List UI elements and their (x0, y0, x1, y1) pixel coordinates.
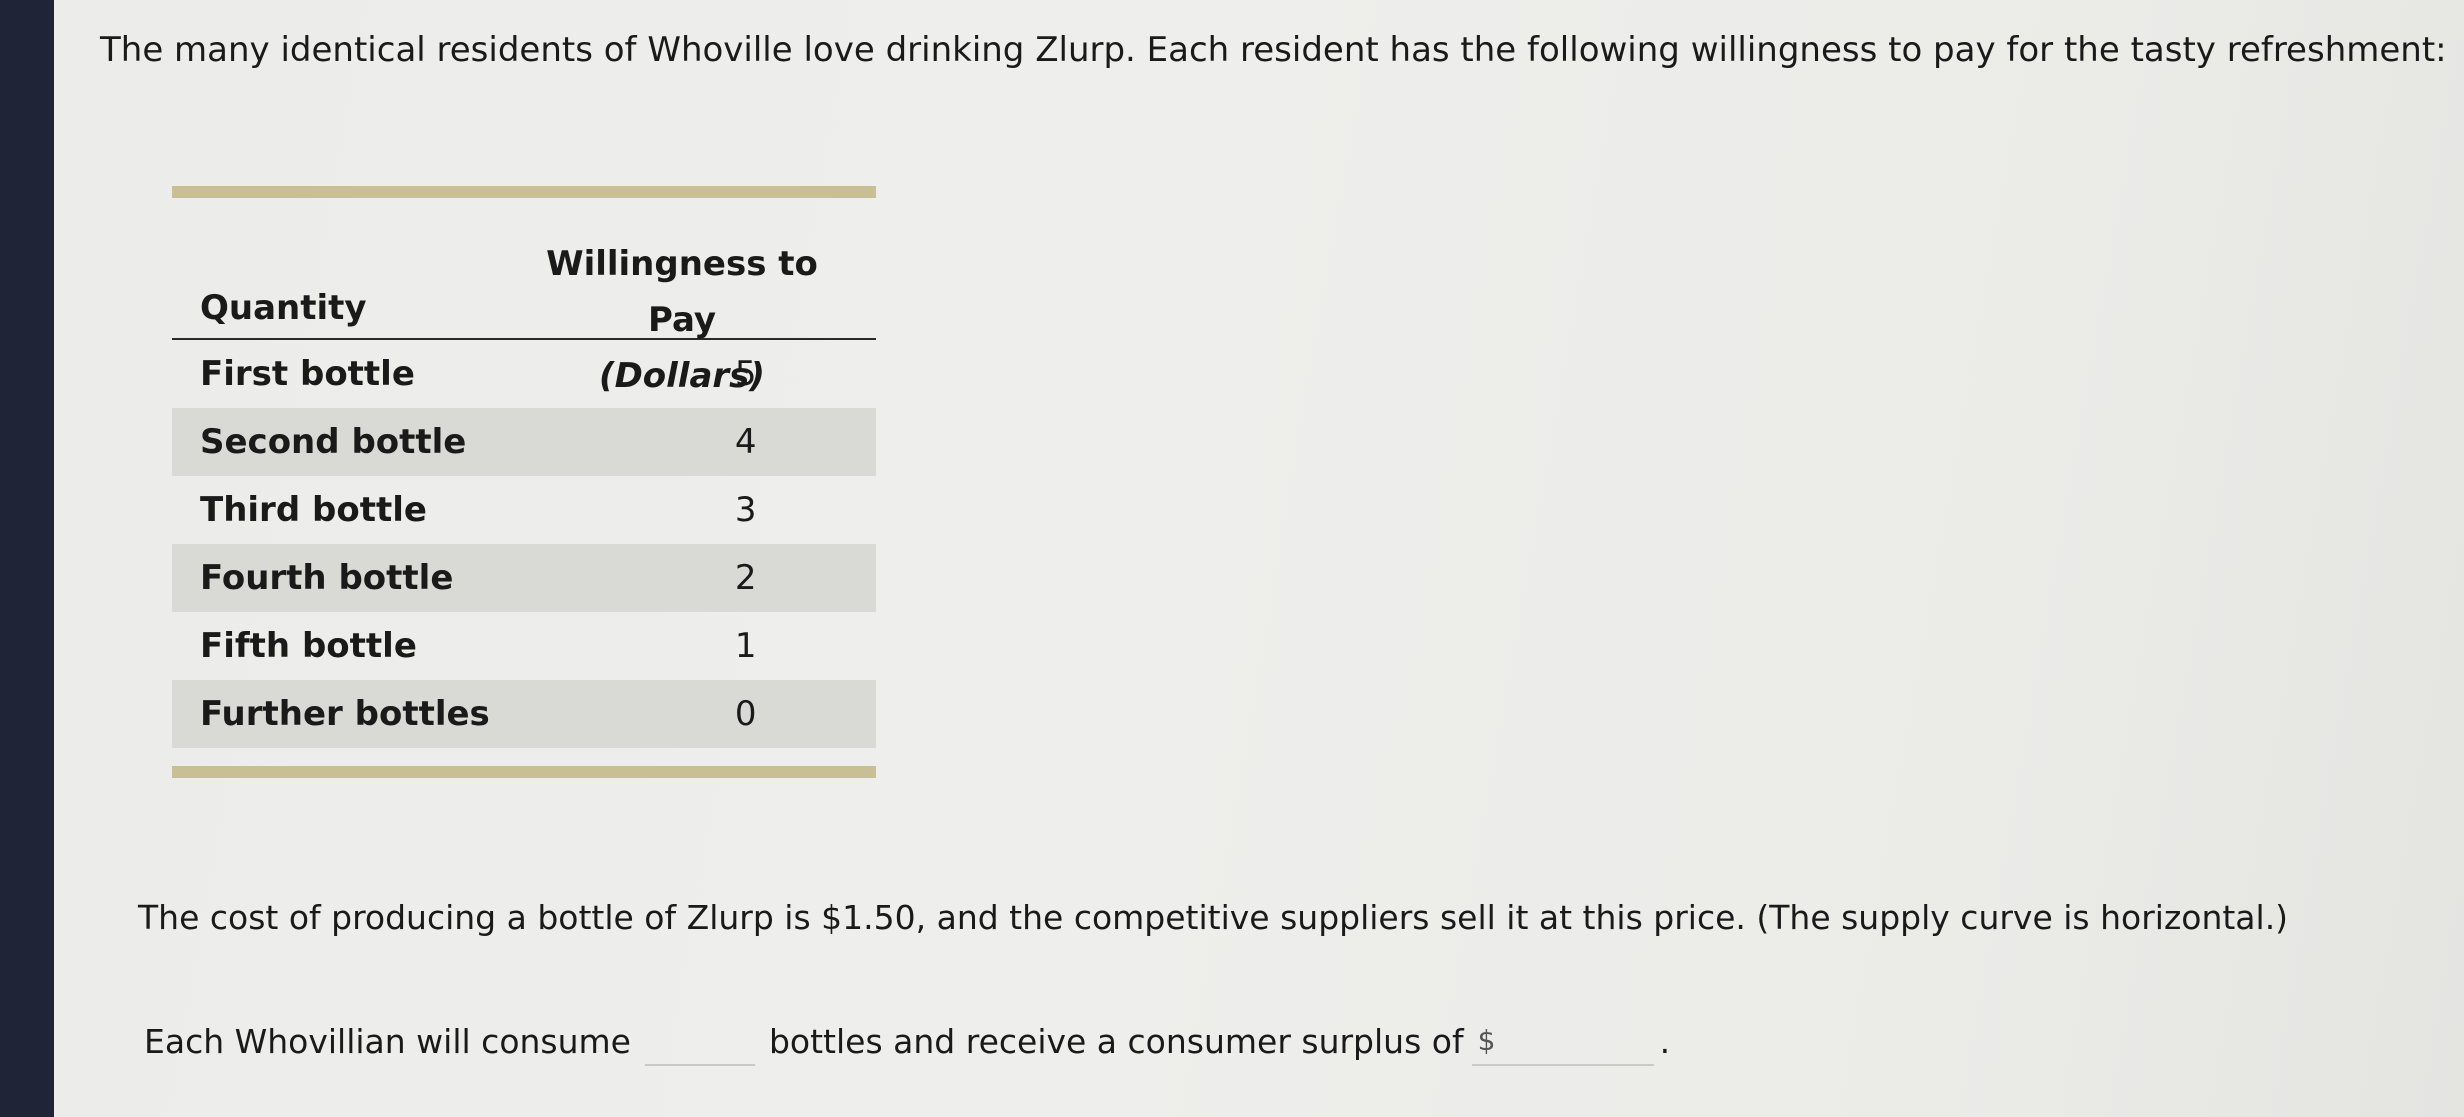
answer-sentence: Each Whovillian will consume bottles and… (144, 1016, 1670, 1066)
header-willingness: Willingness to Pay (Dollars) (512, 236, 852, 404)
header-wtp-title: Willingness to Pay (546, 244, 818, 340)
table-top-rule (172, 186, 876, 198)
willingness-table: Quantity Willingness to Pay (Dollars) Fi… (172, 186, 876, 778)
sentence-end: . (1659, 1021, 1671, 1061)
row-quantity: Fifth bottle (200, 626, 417, 666)
quantity-answer-input[interactable] (644, 1016, 755, 1066)
row-value: 2 (734, 558, 757, 598)
table-header: Quantity Willingness to Pay (Dollars) (172, 198, 876, 396)
row-quantity: Fourth bottle (200, 558, 454, 598)
answer-text-part1: Each Whovillian will consume (144, 1021, 631, 1061)
row-value: 3 (734, 490, 757, 530)
table-row: Fourth bottle 2 (172, 544, 876, 612)
header-quantity: Quantity (200, 288, 367, 328)
table-bottom-rule (172, 766, 876, 778)
row-quantity: Further bottles (200, 694, 490, 734)
problem-intro: The many identical residents of Whoville… (100, 30, 2447, 70)
row-quantity: Second bottle (200, 422, 467, 462)
header-wtp-unit: (Dollars) (599, 356, 765, 396)
cost-statement: The cost of producing a bottle of Zlurp … (138, 898, 2289, 937)
table-row: Further bottles 0 (172, 680, 876, 748)
consumer-surplus-input[interactable]: $ (1471, 1016, 1654, 1066)
table-row: Fifth bottle 1 (172, 612, 876, 680)
row-value: 1 (734, 626, 757, 666)
row-quantity: Third bottle (200, 490, 427, 530)
row-value: 4 (734, 422, 757, 462)
table-row: Third bottle 3 (172, 476, 876, 544)
row-value: 0 (734, 694, 757, 734)
currency-symbol: $ (1477, 1023, 1496, 1057)
answer-text-part2: bottles and receive a consumer surplus o… (768, 1021, 1464, 1061)
screen-bezel (0, 0, 54, 1117)
table-row: Second bottle 4 (172, 408, 876, 476)
